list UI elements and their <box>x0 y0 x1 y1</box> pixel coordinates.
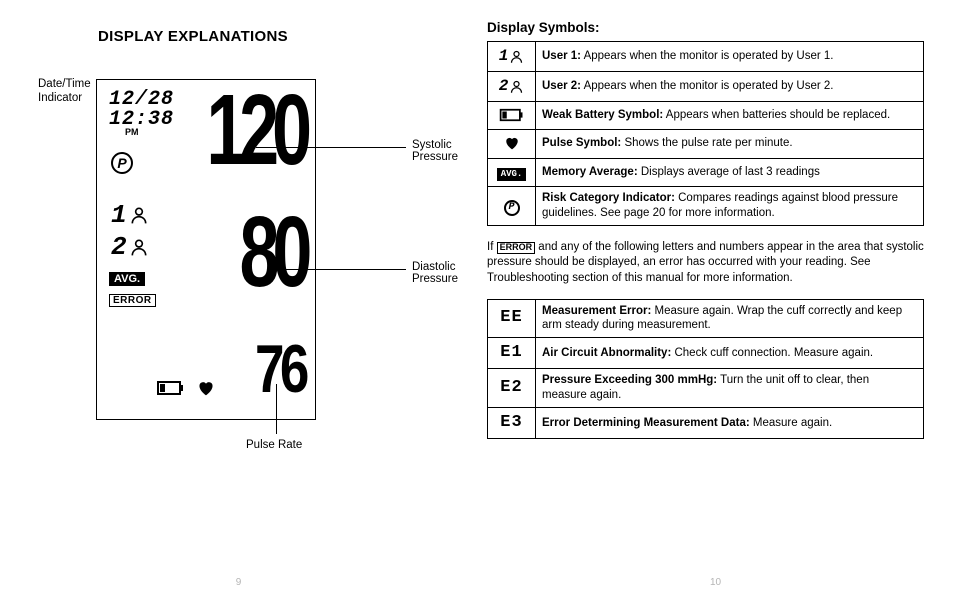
lcd-ampm: PM <box>125 127 139 137</box>
table-row: 2 User 2: Appears when the monitor is op… <box>488 71 924 101</box>
symbol-desc-cell: Risk Category Indicator: Compares readin… <box>536 187 924 226</box>
error-badge: ERROR <box>109 294 156 307</box>
error-desc-cell: Error Determining Measurement Data: Meas… <box>536 408 924 439</box>
error-desc-cell: Pressure Exceeding 300 mmHg: Turn the un… <box>536 369 924 408</box>
symbol-icon-cell: 1 <box>488 42 536 72</box>
error-code-cell: EE <box>488 299 536 338</box>
inline-error-badge: ERROR <box>497 242 536 254</box>
battery-icon <box>499 108 525 122</box>
user-icon <box>129 205 149 225</box>
errors-table: EE Measurement Error: Measure again. Wra… <box>487 299 924 440</box>
table-row: E1 Air Circuit Abnormality: Check cuff c… <box>488 338 924 369</box>
risk-indicator-icon: P <box>111 152 133 174</box>
symbols-table: 1 User 1: Appears when the monitor is op… <box>487 41 924 226</box>
symbol-desc-cell: User 2: Appears when the monitor is oper… <box>536 71 924 101</box>
avg-icon: AVG. <box>497 168 527 182</box>
right-page: Display Symbols: 1 User 1: Appears when … <box>477 0 954 600</box>
risk-icon: P <box>504 200 520 216</box>
left-page: DISPLAY EXPLANATIONS Date/Time Indicator… <box>0 0 477 600</box>
avg-badge: AVG. <box>109 272 145 286</box>
table-row: AVG. Memory Average: Displays average of… <box>488 158 924 187</box>
battery-icon <box>157 380 185 399</box>
symbol-icon-cell <box>488 101 536 130</box>
table-row: Pulse Symbol: Shows the pulse rate per m… <box>488 130 924 159</box>
error-code-cell: E2 <box>488 369 536 408</box>
callout-systolic: Systolic Pressure <box>412 139 458 163</box>
table-row: E3 Error Determining Measurement Data: M… <box>488 408 924 439</box>
table-row: P Risk Category Indicator: Compares read… <box>488 187 924 226</box>
callout-diastolic: Diastolic Pressure <box>412 261 458 285</box>
heart-icon <box>197 380 215 399</box>
table-row: EE Measurement Error: Measure again. Wra… <box>488 299 924 338</box>
symbol-icon-cell <box>488 130 536 159</box>
lcd-underline <box>96 419 316 420</box>
user-icon <box>509 79 524 94</box>
lead-line <box>276 384 277 434</box>
error-paragraph: If ERROR and any of the following letter… <box>487 240 924 287</box>
symbol-desc-cell: Weak Battery Symbol: Appears when batter… <box>536 101 924 130</box>
pulse-value: 76 <box>255 330 305 408</box>
error-desc-cell: Air Circuit Abnormality: Check cuff conn… <box>536 338 924 369</box>
user-icon <box>509 49 524 64</box>
display-symbols-heading: Display Symbols: <box>487 20 924 35</box>
symbol-icon-cell: 2 <box>488 71 536 101</box>
error-code-cell: E1 <box>488 338 536 369</box>
error-code-cell: E3 <box>488 408 536 439</box>
page-number-left: 9 <box>0 577 477 588</box>
symbol-desc-cell: Memory Average: Displays average of last… <box>536 158 924 187</box>
display-explanations-heading: DISPLAY EXPLANATIONS <box>98 28 457 45</box>
lcd-time: 12:38 <box>109 108 174 131</box>
table-row: 1 User 1: Appears when the monitor is op… <box>488 42 924 72</box>
user2-indicator: 2 <box>111 232 149 262</box>
systolic-value: 120 <box>206 88 305 173</box>
symbol-icon-cell: P <box>488 187 536 226</box>
table-row: Weak Battery Symbol: Appears when batter… <box>488 101 924 130</box>
symbol-desc-cell: User 1: Appears when the monitor is oper… <box>536 42 924 72</box>
lead-line <box>271 269 406 270</box>
lcd-diagram: Date/Time Indicator 12/28 12:38 PM P 1 2… <box>96 79 457 420</box>
symbol-desc-cell: Pulse Symbol: Shows the pulse rate per m… <box>536 130 924 159</box>
lcd-screen: 12/28 12:38 PM P 1 2 AVG. ERROR 120 80 7… <box>96 79 316 419</box>
callout-datetime: Date/Time Indicator <box>38 77 98 106</box>
page-number-right: 10 <box>477 577 954 588</box>
diastolic-value: 80 <box>239 210 305 295</box>
user1-indicator: 1 <box>111 200 149 230</box>
user-icon <box>129 237 149 257</box>
error-desc-cell: Measurement Error: Measure again. Wrap t… <box>536 299 924 338</box>
callout-pulse: Pulse Rate <box>246 439 302 451</box>
lead-line <box>256 147 406 148</box>
heart-icon <box>504 136 520 150</box>
table-row: E2 Pressure Exceeding 300 mmHg: Turn the… <box>488 369 924 408</box>
symbol-icon-cell: AVG. <box>488 158 536 187</box>
